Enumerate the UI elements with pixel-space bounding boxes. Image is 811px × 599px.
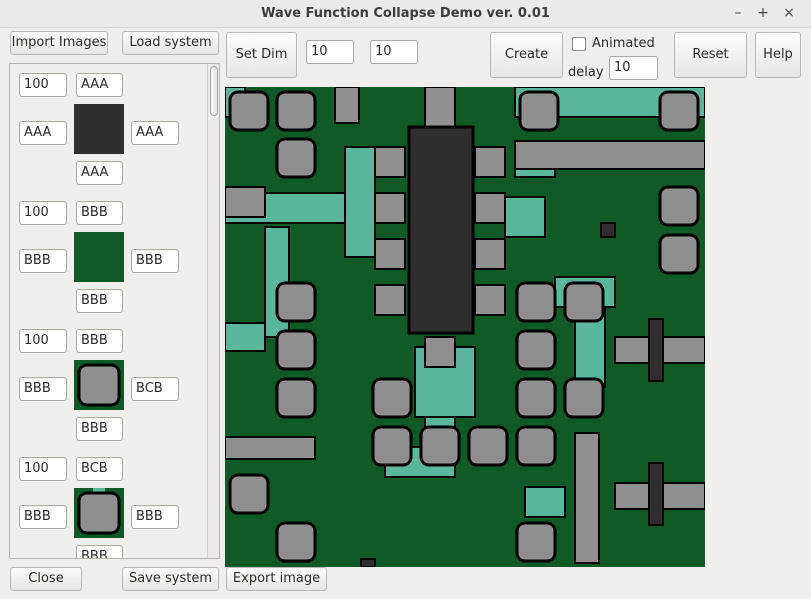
title-bar: Wave Function Collapse Demo ver. 0.01 – … bbox=[0, 0, 811, 28]
tile-image-pad-trace bbox=[74, 488, 124, 538]
tile-top-edge-input[interactable]: BCB bbox=[76, 457, 123, 481]
minimize-icon[interactable]: – bbox=[729, 4, 747, 22]
delay-label: delay bbox=[568, 65, 604, 80]
tile-right-edge-input[interactable]: AAA bbox=[131, 121, 179, 145]
tile-list-panel[interactable]: 100 AAA AAA AAA AAA 100 BBB BBB BBB BBB … bbox=[9, 63, 220, 559]
tile-image-pad bbox=[74, 360, 124, 410]
scrollbar-thumb[interactable] bbox=[210, 66, 218, 116]
tile-left-edge-input[interactable]: BBB bbox=[19, 249, 67, 273]
tile-top-edge-input[interactable]: BBB bbox=[76, 201, 123, 225]
set-dim-button[interactable]: Set Dim bbox=[226, 32, 297, 78]
help-button[interactable]: Help bbox=[755, 32, 801, 78]
tile-weight-input[interactable]: 100 bbox=[19, 457, 67, 481]
reset-button[interactable]: Reset bbox=[674, 32, 747, 78]
generated-image-canvas bbox=[225, 87, 705, 567]
dim-x-input[interactable]: 10 bbox=[306, 40, 354, 64]
tile-bottom-edge-input[interactable]: AAA bbox=[76, 161, 123, 185]
create-button[interactable]: Create bbox=[490, 32, 563, 78]
maximize-icon[interactable]: + bbox=[754, 4, 772, 22]
tile-weight-input[interactable]: 100 bbox=[19, 201, 67, 225]
close-button[interactable]: Close bbox=[10, 567, 82, 591]
save-system-button[interactable]: Save system bbox=[122, 567, 219, 591]
dim-y-input[interactable]: 10 bbox=[370, 40, 418, 64]
tile-image-dark-gray bbox=[74, 104, 124, 154]
close-icon[interactable]: × bbox=[780, 4, 798, 22]
tile-right-edge-input[interactable]: BBB bbox=[131, 505, 179, 529]
tile-right-edge-input[interactable]: BCB bbox=[131, 377, 179, 401]
tile-bottom-edge-input[interactable]: BBB bbox=[76, 545, 123, 558]
tile-left-edge-input[interactable]: BBB bbox=[19, 377, 67, 401]
export-image-button[interactable]: Export image bbox=[226, 567, 327, 591]
tile-top-edge-input[interactable]: AAA bbox=[76, 73, 123, 97]
load-system-button[interactable]: Load system bbox=[122, 31, 219, 55]
window-title: Wave Function Collapse Demo ver. 0.01 bbox=[261, 6, 550, 21]
import-images-button[interactable]: Import Images bbox=[10, 31, 108, 55]
tile-left-edge-input[interactable]: BBB bbox=[19, 505, 67, 529]
animated-label: Animated bbox=[592, 36, 655, 51]
tile-left-edge-input[interactable]: AAA bbox=[19, 121, 67, 145]
tile-top-edge-input[interactable]: BBB bbox=[76, 329, 123, 353]
tile-bottom-edge-input[interactable]: BBB bbox=[76, 289, 123, 313]
tile-bottom-edge-input[interactable]: BBB bbox=[76, 417, 123, 441]
animated-checkbox[interactable] bbox=[572, 37, 586, 51]
tile-weight-input[interactable]: 100 bbox=[19, 329, 67, 353]
delay-input[interactable]: 10 bbox=[609, 56, 658, 80]
tile-list-scrollbar[interactable] bbox=[207, 64, 219, 558]
tile-image-green bbox=[74, 232, 124, 282]
tile-right-edge-input[interactable]: BBB bbox=[131, 249, 179, 273]
tile-weight-input[interactable]: 100 bbox=[19, 73, 67, 97]
